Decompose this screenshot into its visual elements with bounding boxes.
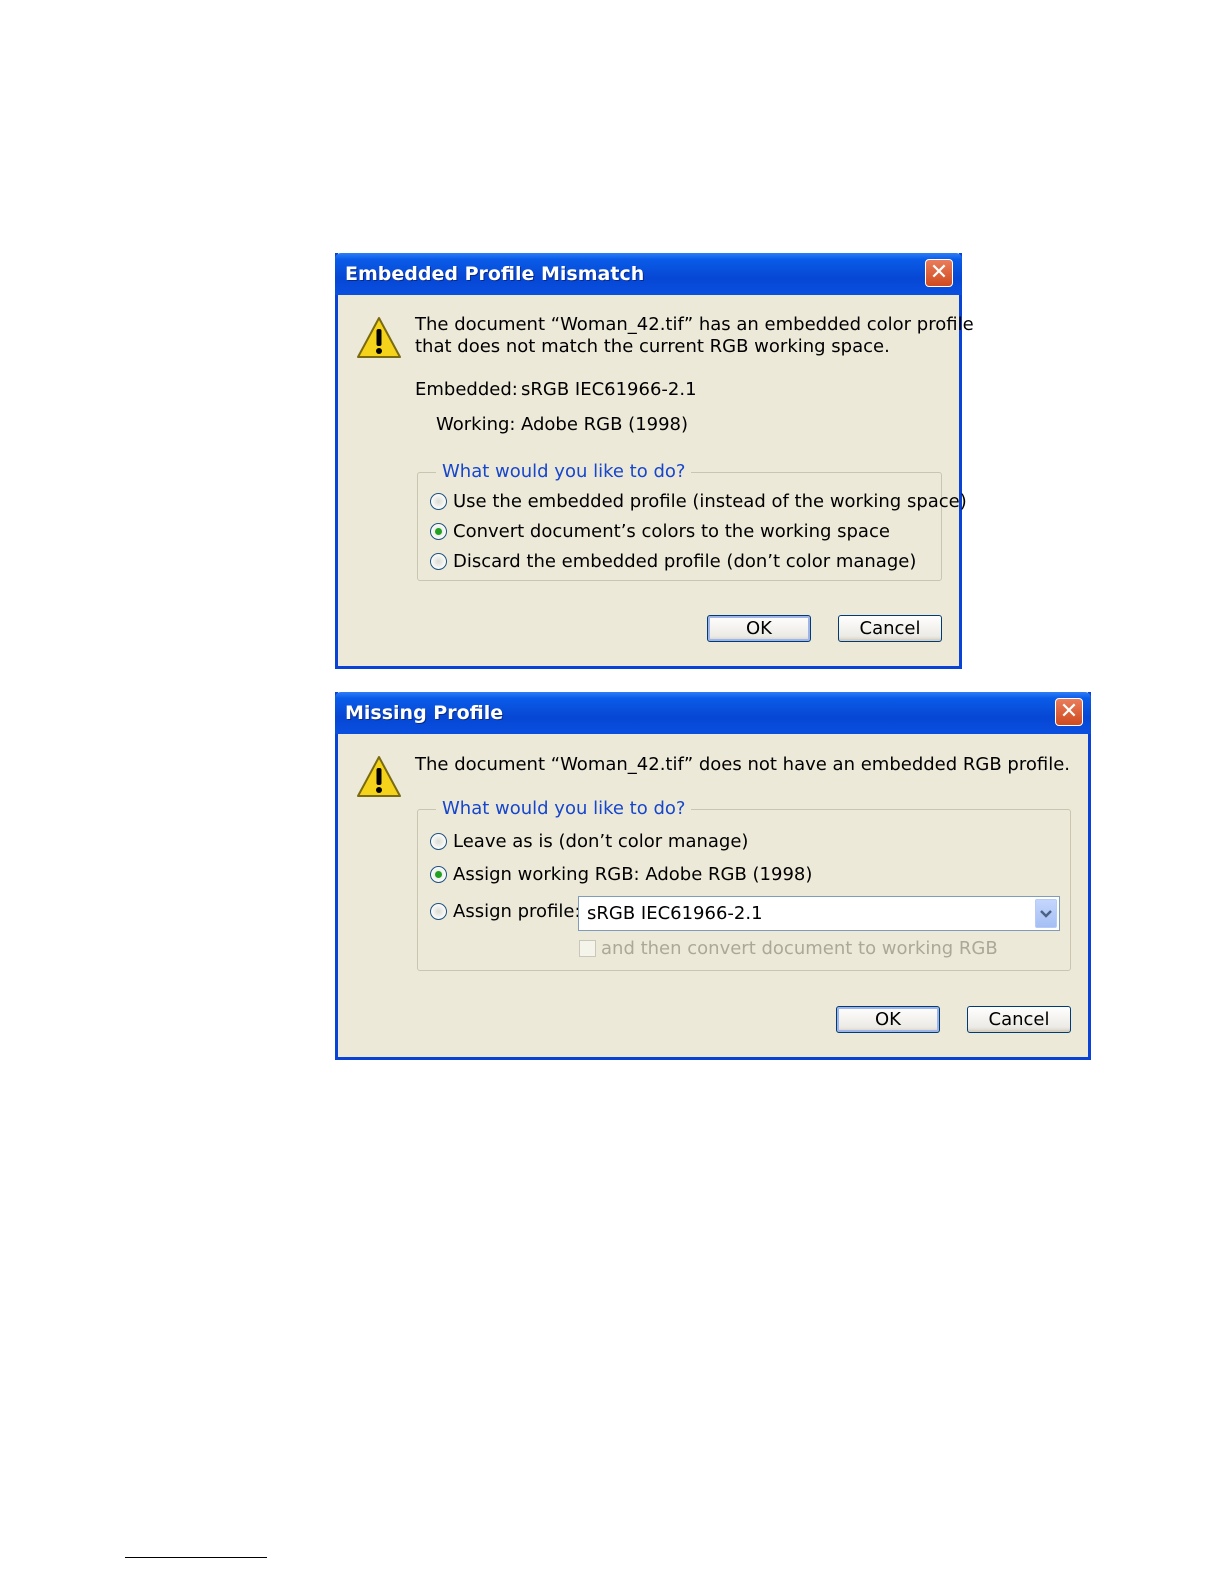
radio-leave-as-is[interactable] <box>430 833 447 850</box>
embedded-profile-mismatch-dialog: Embedded Profile Mismatch ✕ The document… <box>335 253 974 669</box>
title-bar[interactable]: Embedded Profile Mismatch ✕ <box>335 253 962 295</box>
footnote-separator <box>125 1557 267 1558</box>
message: The document “Woman_42.tif” does not hav… <box>415 754 1071 775</box>
convert-checkbox-label[interactable]: and then convert document to working RGB <box>601 938 998 959</box>
warning-icon <box>357 317 401 358</box>
close-button[interactable]: ✕ <box>1055 698 1083 726</box>
chevron-down-icon <box>1040 910 1052 918</box>
radio-assign-working-rgb[interactable] <box>430 866 447 883</box>
cancel-button[interactable]: Cancel <box>967 1006 1071 1033</box>
radio-discard-profile[interactable] <box>430 553 447 570</box>
radio-assign-profile[interactable] <box>430 903 447 920</box>
dialog-title: Missing Profile <box>345 702 504 724</box>
title-bar[interactable]: Missing Profile ✕ <box>335 692 1091 734</box>
convert-checkbox[interactable] <box>579 940 596 957</box>
ok-button[interactable]: OK <box>836 1006 940 1033</box>
option-label-discard-profile[interactable]: Discard the embedded profile (don’t colo… <box>453 551 916 572</box>
message-line-2: that does not match the current RGB work… <box>415 336 890 357</box>
option-label-assign-profile[interactable]: Assign profile: <box>453 901 581 922</box>
option-label-use-embedded[interactable]: Use the embedded profile (instead of the… <box>453 491 967 512</box>
message-line-1: The document “Woman_42.tif” has an embed… <box>415 314 974 335</box>
dropdown-button[interactable] <box>1035 899 1057 928</box>
missing-profile-dialog: Missing Profile ✕ The document “Woman_42… <box>335 692 1091 1060</box>
cancel-button[interactable]: Cancel <box>838 615 942 642</box>
close-button[interactable]: ✕ <box>925 259 953 287</box>
working-label: Working: <box>436 414 516 435</box>
warning-icon <box>357 756 401 797</box>
option-label-leave-as-is[interactable]: Leave as is (don’t color manage) <box>453 831 748 852</box>
radio-use-embedded[interactable] <box>430 493 447 510</box>
profile-select[interactable]: sRGB IEC61966-2.1 <box>578 896 1060 931</box>
group-title: What would you like to do? <box>436 461 692 482</box>
group-title: What would you like to do? <box>436 798 692 819</box>
working-value: Adobe RGB (1998) <box>521 414 689 435</box>
embedded-label: Embedded: <box>415 379 518 400</box>
radio-convert-colors[interactable] <box>430 523 447 540</box>
ok-button[interactable]: OK <box>707 615 811 642</box>
embedded-value: sRGB IEC61966-2.1 <box>521 379 697 400</box>
option-label-convert-colors[interactable]: Convert document’s colors to the working… <box>453 521 890 542</box>
profile-select-value: sRGB IEC61966-2.1 <box>587 903 763 924</box>
option-label-assign-working-rgb[interactable]: Assign working RGB: Adobe RGB (1998) <box>453 864 812 885</box>
dialog-title: Embedded Profile Mismatch <box>345 263 645 285</box>
